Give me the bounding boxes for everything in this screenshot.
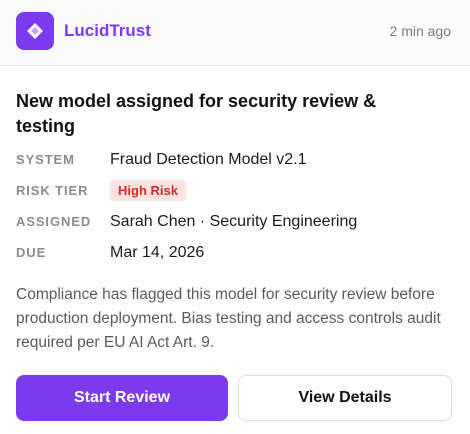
start-review-button[interactable]: Start Review (16, 375, 228, 421)
notification-title: New model assigned for security review &… (16, 91, 377, 136)
app-name: LucidTrust (64, 21, 151, 40)
risk-tier-label: RISK TIER (16, 183, 89, 198)
card-header: LucidTrust 2 min ago (0, 0, 470, 66)
due-value: Mar 14, 2026 (110, 244, 205, 261)
assigned-label: ASSIGNED (16, 214, 92, 229)
timestamp: 2 min ago (389, 23, 451, 39)
view-details-button[interactable]: View Details (238, 375, 452, 421)
assigned-value: Sarah Chen · Security Engineering (110, 213, 358, 230)
notification-description: Compliance has flagged this model for se… (16, 286, 441, 351)
diamond-icon (27, 23, 43, 39)
app-logo (16, 12, 54, 50)
notification-card: LucidTrust 2 min ago New model assigned … (0, 0, 470, 434)
risk-tier-badge: High Risk (110, 180, 186, 201)
system-value: Fraud Detection Model v2.1 (110, 151, 307, 168)
system-label: SYSTEM (16, 152, 75, 167)
due-label: DUE (16, 245, 47, 260)
